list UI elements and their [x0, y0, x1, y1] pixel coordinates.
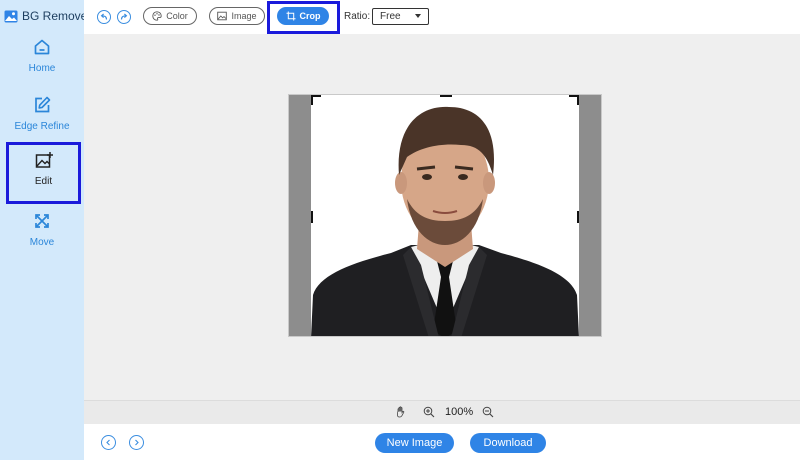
- image-edit-icon: [35, 152, 53, 168]
- undo-icon: [100, 13, 108, 20]
- portrait-illustration: [311, 106, 579, 336]
- next-button[interactable]: [129, 435, 144, 450]
- sidebar: BG Remover Home Edge Refine Edit Move: [0, 0, 91, 460]
- sidebar-item-home[interactable]: Home: [0, 35, 84, 89]
- canvas-area: [84, 34, 800, 400]
- sidebar-item-label: Edit: [34, 176, 53, 187]
- crop-handle-top-left-v[interactable]: [311, 95, 313, 105]
- ratio-label: Ratio:: [344, 11, 371, 22]
- edit-pen-icon: [35, 96, 51, 113]
- sidebar-item-edit[interactable]: Edit: [6, 142, 81, 204]
- top-toolbar: Color Image Crop Ratio: Free: [84, 0, 800, 34]
- brand: BG Remover: [4, 8, 91, 24]
- app-title: BG Remover: [22, 9, 92, 23]
- image-button-label: Image: [231, 11, 257, 21]
- chevron-down-icon: [415, 14, 421, 18]
- color-button[interactable]: Color: [143, 7, 197, 25]
- crop-button-highlight: [267, 1, 340, 34]
- home-icon: [34, 39, 50, 55]
- sidebar-item-label: Edge Refine: [14, 121, 70, 132]
- crop-workspace[interactable]: [288, 94, 602, 337]
- image-button[interactable]: Image: [209, 7, 265, 25]
- sidebar-item-edge-refine[interactable]: Edge Refine: [0, 93, 84, 147]
- zoom-out-icon[interactable]: [482, 406, 494, 418]
- previous-button[interactable]: [101, 435, 116, 450]
- chevron-right-icon: [135, 439, 139, 446]
- zoom-level: 100%: [445, 406, 474, 418]
- portrait-photo: [311, 95, 579, 336]
- sidebar-item-label: Home: [28, 63, 56, 74]
- redo-icon: [120, 13, 128, 20]
- zoom-bar: 100%: [84, 400, 800, 424]
- zoom-in-icon[interactable]: [423, 406, 435, 418]
- undo-button[interactable]: [97, 10, 111, 24]
- new-image-button[interactable]: New Image: [375, 433, 454, 453]
- palette-icon: [152, 11, 162, 21]
- sidebar-item-move[interactable]: Move: [0, 209, 84, 263]
- ratio-select[interactable]: Free: [372, 8, 429, 25]
- hand-icon[interactable]: [395, 406, 407, 418]
- move-arrows-icon: [35, 214, 49, 228]
- crop-handle-right[interactable]: [577, 211, 579, 223]
- crop-handle-top[interactable]: [440, 95, 452, 97]
- download-button[interactable]: Download: [470, 433, 546, 453]
- crop-handle-top-right-v[interactable]: [577, 95, 579, 105]
- app-logo-icon: [4, 10, 18, 22]
- bottom-bar: New Image Download: [84, 424, 800, 460]
- sidebar-item-label: Move: [29, 237, 55, 248]
- image-icon: [217, 11, 228, 21]
- ratio-select-value: Free: [380, 11, 401, 22]
- color-button-label: Color: [166, 11, 188, 21]
- chevron-left-icon: [106, 439, 110, 446]
- redo-button[interactable]: [117, 10, 131, 24]
- crop-handle-left[interactable]: [311, 211, 313, 223]
